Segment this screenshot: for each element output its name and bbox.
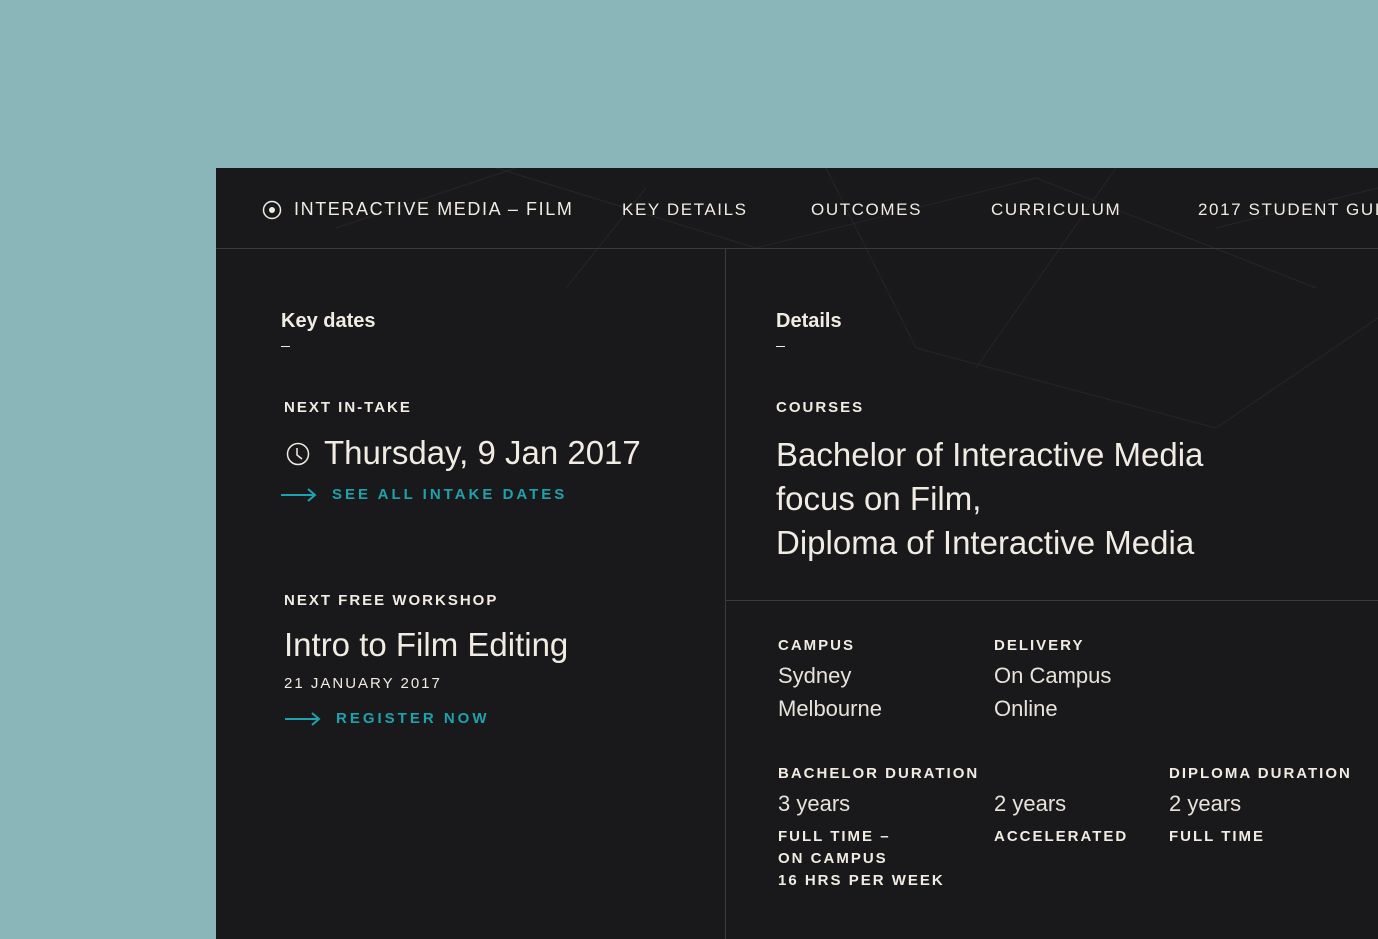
see-all-intake-dates-link[interactable]: SEE ALL INTAKE DATES xyxy=(281,486,567,503)
nav-item-curriculum[interactable]: CURRICULUM xyxy=(991,200,1121,220)
details-dash xyxy=(776,346,785,347)
bachelor-fulltime-desc: FULL TIME – ON CAMPUS 16 HRS PER WEEK xyxy=(778,826,945,892)
details-title: Details xyxy=(776,310,842,332)
target-icon xyxy=(262,200,282,219)
bachelor-accelerated-desc: ACCELERATED xyxy=(994,828,1129,845)
arrow-right-icon xyxy=(285,711,321,726)
course-panel: INTERACTIVE MEDIA – FILM KEY DETAILS OUT… xyxy=(216,168,1378,939)
key-dates-title: Key dates xyxy=(281,310,376,332)
register-now-label: REGISTER NOW xyxy=(336,710,490,727)
next-intake-date: Thursday, 9 Jan 2017 xyxy=(324,434,641,471)
desc-line: 16 HRS PER WEEK xyxy=(778,872,945,889)
workshop-title: Intro to Film Editing xyxy=(284,626,569,663)
course-line: Diploma of Interactive Media xyxy=(776,524,1195,561)
nav-item-outcomes[interactable]: OUTCOMES xyxy=(811,200,922,220)
nav-item-key-details[interactable]: KEY DETAILS xyxy=(622,200,748,220)
key-dates-dash xyxy=(281,346,290,347)
delivery-label: DELIVERY xyxy=(994,637,1085,654)
register-now-link[interactable]: REGISTER NOW xyxy=(285,710,490,727)
course-line: focus on Film, xyxy=(776,480,982,517)
campus-label: CAMPUS xyxy=(778,637,856,654)
desc-line: FULL TIME – xyxy=(778,828,891,845)
desc-line: ON CAMPUS xyxy=(778,850,888,867)
next-workshop-label: NEXT FREE WORKSHOP xyxy=(284,592,499,609)
course-line: Bachelor of Interactive Media xyxy=(776,436,1204,473)
delivery-value: On Campus xyxy=(994,663,1112,688)
bachelor-accelerated-value: 2 years xyxy=(994,791,1067,816)
campus-value: Sydney xyxy=(778,663,852,688)
diploma-value: 2 years xyxy=(1169,791,1242,816)
top-nav: INTERACTIVE MEDIA – FILM KEY DETAILS OUT… xyxy=(216,168,1378,249)
campus-value: Melbourne xyxy=(778,696,882,721)
see-all-intake-dates-label: SEE ALL INTAKE DATES xyxy=(332,486,568,503)
nav-brand[interactable]: INTERACTIVE MEDIA – FILM xyxy=(262,199,573,220)
delivery-value: Online xyxy=(994,696,1058,721)
column-divider xyxy=(725,249,726,939)
section-divider xyxy=(726,600,1378,601)
diploma-desc: FULL TIME xyxy=(1169,828,1266,845)
clock-icon xyxy=(286,442,310,466)
bachelor-fulltime-value: 3 years xyxy=(778,791,851,816)
nav-brand-label: INTERACTIVE MEDIA – FILM xyxy=(294,199,574,219)
diploma-duration-label: DIPLOMA DURATION xyxy=(1169,765,1352,782)
courses-label: COURSES xyxy=(776,399,865,416)
arrow-right-icon xyxy=(281,487,317,502)
nav-item-student-guide[interactable]: 2017 STUDENT GUI xyxy=(1198,200,1378,220)
workshop-date: 21 JANUARY 2017 xyxy=(284,675,442,692)
courses-list: Bachelor of Interactive Media focus on F… xyxy=(776,433,1203,565)
next-intake-label: NEXT IN-TAKE xyxy=(284,399,412,416)
bachelor-duration-label: BACHELOR DURATION xyxy=(778,765,980,782)
